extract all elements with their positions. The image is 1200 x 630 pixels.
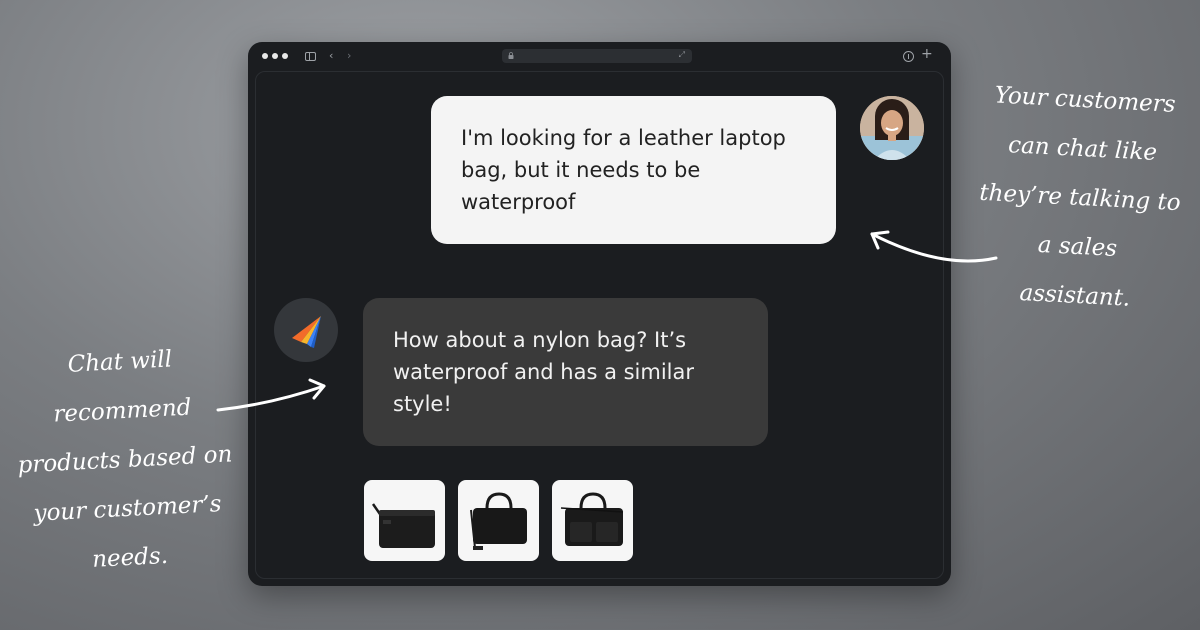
download-icon[interactable]: [903, 51, 914, 62]
user-photo-icon: [860, 96, 924, 160]
left-annotation: Chat will recommend products based on yo…: [0, 332, 256, 590]
bot-avatar: [274, 298, 338, 362]
close-dot-icon[interactable]: [262, 53, 268, 59]
product-card-crossbody[interactable]: [364, 480, 445, 561]
zoom-dot-icon[interactable]: [282, 53, 288, 59]
user-avatar: [860, 96, 924, 160]
browser-window: ‹ › ⤢ + I'm looking for a leather laptop…: [248, 42, 951, 586]
product-recommendations: [364, 480, 633, 561]
bot-message-bubble: How about a nylon bag? It’s waterproof a…: [363, 298, 768, 446]
product-card-briefcase[interactable]: [458, 480, 539, 561]
paper-plane-logo-icon: [292, 316, 321, 348]
window-controls[interactable]: [262, 53, 288, 59]
back-arrow-icon[interactable]: ‹: [329, 50, 333, 62]
browser-toolbar: ‹ › ⤢ +: [248, 42, 951, 70]
forward-arrow-icon[interactable]: ›: [347, 50, 351, 62]
bot-message-text: How about a nylon bag? It’s waterproof a…: [393, 328, 695, 416]
new-tab-icon[interactable]: +: [921, 47, 933, 61]
user-message-text: I'm looking for a leather laptop bag, bu…: [461, 126, 786, 214]
laptop-bag-icon: [560, 491, 623, 546]
right-annotation: Your customers can chat like they’re tal…: [954, 70, 1200, 327]
minimize-dot-icon[interactable]: [272, 53, 278, 59]
lock-icon: [508, 52, 514, 59]
extension-icon[interactable]: ⤢: [679, 50, 685, 60]
sidebar-toggle-icon[interactable]: [305, 52, 316, 61]
briefcase-bag-icon: [469, 491, 527, 550]
user-message-bubble: I'm looking for a leather laptop bag, bu…: [431, 96, 836, 244]
chat-panel: I'm looking for a leather laptop bag, bu…: [255, 71, 944, 579]
product-card-laptop-bag[interactable]: [552, 480, 633, 561]
address-bar[interactable]: ⤢: [502, 49, 692, 63]
crossbody-bag-icon: [371, 502, 435, 548]
